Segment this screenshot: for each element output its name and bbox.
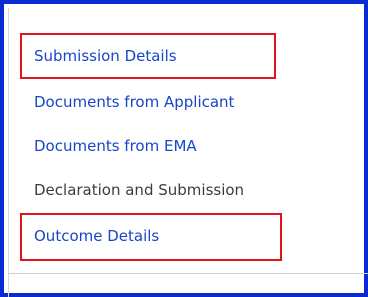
nav-link-documents-from-applicant[interactable]: Documents from Applicant bbox=[34, 92, 234, 112]
nav-link-submission-details[interactable]: Submission Details bbox=[34, 46, 177, 66]
panel-bottom-divider bbox=[8, 273, 368, 274]
nav-link-outcome-details[interactable]: Outcome Details bbox=[34, 226, 159, 246]
nav-link-documents-from-ema[interactable]: Documents from EMA bbox=[34, 136, 197, 156]
panel-left-divider bbox=[8, 8, 9, 297]
nav-item-declaration-and-submission: Declaration and Submission bbox=[34, 181, 245, 199]
